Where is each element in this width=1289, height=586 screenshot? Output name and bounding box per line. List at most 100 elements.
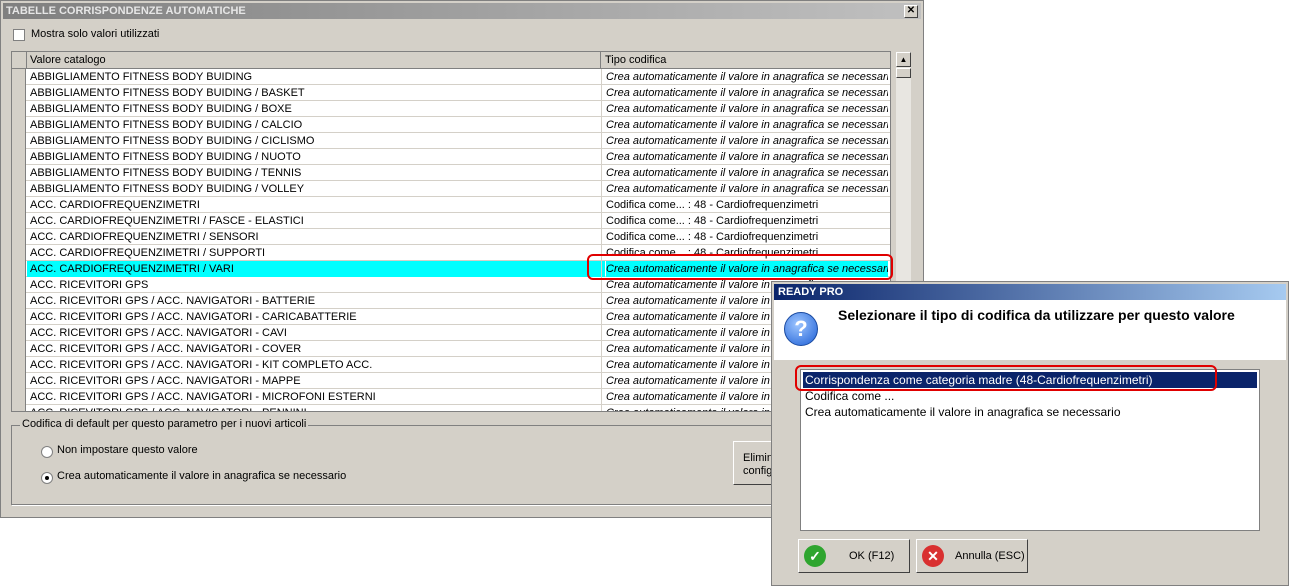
table-row[interactable]: ACC. RICEVITORI GPS / ACC. NAVIGATORI - …	[12, 405, 890, 411]
table-row[interactable]: ABBIGLIAMENTO FITNESS BODY BUIDING / NUO…	[12, 149, 890, 165]
scroll-thumb[interactable]	[896, 68, 911, 78]
cell-separator	[601, 357, 602, 373]
row-indicator[interactable]	[12, 85, 26, 101]
cell-valore[interactable]: ACC. RICEVITORI GPS / ACC. NAVIGATORI - …	[30, 389, 600, 405]
cell-tipo[interactable]: Crea automaticamente il valore in anagra…	[606, 101, 888, 117]
cell-valore[interactable]: ABBIGLIAMENTO FITNESS BODY BUIDING / NUO…	[30, 149, 600, 165]
cell-valore[interactable]: ABBIGLIAMENTO FITNESS BODY BUIDING / TEN…	[30, 165, 600, 181]
cell-tipo[interactable]: Crea automaticamente il valore in anagra…	[606, 85, 888, 101]
cell-valore[interactable]: ABBIGLIAMENTO FITNESS BODY BUIDING / BAS…	[30, 85, 600, 101]
cell-valore[interactable]: ACC. RICEVITORI GPS / ACC. NAVIGATORI - …	[30, 405, 600, 411]
row-indicator[interactable]	[12, 245, 26, 261]
cell-tipo[interactable]: Codifica come... : 48 - Cardiofrequenzim…	[606, 229, 888, 245]
table-row[interactable]: ACC. RICEVITORI GPS / ACC. NAVIGATORI - …	[12, 309, 890, 325]
cell-valore[interactable]: ACC. CARDIOFREQUENZIMETRI / SUPPORTI	[30, 245, 600, 261]
cell-valore[interactable]: ABBIGLIAMENTO FITNESS BODY BUIDING / VOL…	[30, 181, 600, 197]
cell-separator	[601, 325, 602, 341]
radio-non-impostare[interactable]	[41, 446, 53, 458]
close-icon: ✕	[906, 5, 916, 16]
table-row[interactable]: ACC. CARDIOFREQUENZIMETRI / FASCE - ELAS…	[12, 213, 890, 229]
show-used-only-checkbox[interactable]	[13, 29, 25, 41]
row-indicator[interactable]	[12, 293, 26, 309]
column-header-tipo[interactable]: Tipo codifica	[602, 52, 666, 68]
close-button[interactable]: ✕	[904, 5, 918, 18]
option-crea-automaticamente[interactable]: Crea automaticamente il valore in anagra…	[803, 404, 1257, 420]
cell-tipo[interactable]: Crea automaticamente il valore in anagra…	[606, 117, 888, 133]
cell-valore[interactable]: ACC. CARDIOFREQUENZIMETRI / VARI	[27, 261, 605, 277]
row-indicator[interactable]	[12, 101, 26, 117]
column-header-valore[interactable]: Valore catalogo	[27, 52, 601, 68]
default-coding-legend: Codifica di default per questo parametro…	[20, 418, 309, 430]
cell-valore[interactable]: ACC. RICEVITORI GPS / ACC. NAVIGATORI - …	[30, 373, 600, 389]
row-indicator[interactable]	[12, 69, 26, 85]
ok-button-label: OK (F12)	[849, 550, 895, 562]
row-indicator[interactable]	[12, 165, 26, 181]
cell-tipo[interactable]: Codifica come... : 48 - Cardiofrequenzim…	[606, 197, 888, 213]
cell-separator	[601, 373, 602, 389]
cell-tipo[interactable]: Crea automaticamente il valore in anagra…	[606, 181, 888, 197]
row-indicator[interactable]	[12, 325, 26, 341]
cell-tipo[interactable]: Crea automaticamente il valore in anagra…	[606, 133, 888, 149]
row-indicator[interactable]	[12, 309, 26, 325]
cell-valore[interactable]: ACC. CARDIOFREQUENZIMETRI / FASCE - ELAS…	[30, 213, 600, 229]
cell-separator	[601, 309, 602, 325]
table-row[interactable]: ACC. RICEVITORI GPS / ACC. NAVIGATORI - …	[12, 341, 890, 357]
row-indicator[interactable]	[12, 405, 26, 411]
cell-tipo[interactable]: Codifica come... : 48 - Cardiofrequenzim…	[606, 213, 888, 229]
row-indicator[interactable]	[12, 133, 26, 149]
cell-valore[interactable]: ACC. RICEVITORI GPS / ACC. NAVIGATORI - …	[30, 357, 600, 373]
table-row[interactable]: ABBIGLIAMENTO FITNESS BODY BUIDING / BOX…	[12, 101, 890, 117]
ok-button[interactable]: ✓ OK (F12)	[798, 539, 910, 573]
cell-valore[interactable]: ABBIGLIAMENTO FITNESS BODY BUIDING / BOX…	[30, 101, 600, 117]
cell-tipo[interactable]: Crea automaticamente il valore in anagra…	[606, 69, 888, 85]
cancel-button[interactable]: ✕ Annulla (ESC)	[916, 539, 1028, 573]
table-row[interactable]: ABBIGLIAMENTO FITNESS BODY BUIDING / VOL…	[12, 181, 890, 197]
cell-valore[interactable]: ACC. CARDIOFREQUENZIMETRI / SENSORI	[30, 229, 600, 245]
table-row[interactable]: ACC. RICEVITORI GPS / ACC. NAVIGATORI - …	[12, 293, 890, 309]
cell-separator	[601, 181, 602, 197]
table-row[interactable]: ACC. CARDIOFREQUENZIMETRI Codifica come..…	[12, 197, 890, 213]
row-indicator[interactable]	[12, 181, 26, 197]
row-indicator[interactable]	[12, 389, 26, 405]
dialog-header: ? Selezionare il tipo di codifica da uti…	[774, 300, 1286, 360]
row-indicator[interactable]	[12, 277, 26, 293]
row-indicator[interactable]	[12, 357, 26, 373]
cell-valore[interactable]: ACC. RICEVITORI GPS / ACC. NAVIGATORI - …	[30, 325, 600, 341]
table-row[interactable]: ACC. RICEVITORI GPS / ACC. NAVIGATORI - …	[12, 373, 890, 389]
cell-tipo[interactable]: Crea automaticamente il valore in anagra…	[606, 149, 888, 165]
cell-valore[interactable]: ABBIGLIAMENTO FITNESS BODY BUIDING / CIC…	[30, 133, 600, 149]
cell-valore[interactable]: ACC. RICEVITORI GPS / ACC. NAVIGATORI - …	[30, 293, 600, 309]
row-indicator[interactable]	[12, 117, 26, 133]
window-title: TABELLE CORRISPONDENZE AUTOMATICHE	[6, 5, 246, 17]
cell-tipo[interactable]: Crea automaticamente il valore in anagra…	[606, 165, 888, 181]
row-indicator[interactable]	[12, 341, 26, 357]
table-row[interactable]: ACC. RICEVITORI GPS / ACC. NAVIGATORI - …	[12, 389, 890, 405]
cell-valore[interactable]: ABBIGLIAMENTO FITNESS BODY BUIDING / CAL…	[30, 117, 600, 133]
cell-valore[interactable]: ACC. RICEVITORI GPS / ACC. NAVIGATORI - …	[30, 309, 600, 325]
cell-separator	[601, 117, 602, 133]
row-indicator[interactable]	[12, 261, 26, 277]
cell-valore[interactable]: ACC. CARDIOFREQUENZIMETRI	[30, 197, 600, 213]
row-indicator[interactable]	[12, 197, 26, 213]
check-icon: ✓	[804, 545, 826, 567]
mapping-grid[interactable]: Valore catalogo Tipo codifica ABBIGLIAME…	[11, 51, 891, 412]
radio-crea-automaticamente[interactable]	[41, 472, 53, 484]
row-indicator[interactable]	[12, 149, 26, 165]
cell-valore[interactable]: ACC. RICEVITORI GPS	[30, 277, 600, 293]
table-row[interactable]: ABBIGLIAMENTO FITNESS BODY BUIDING / BAS…	[12, 85, 890, 101]
cell-valore[interactable]: ABBIGLIAMENTO FITNESS BODY BUIDING	[30, 69, 600, 85]
table-row[interactable]: ACC. CARDIOFREQUENZIMETRI / SENSORI Codif…	[12, 229, 890, 245]
table-row[interactable]: ABBIGLIAMENTO FITNESS BODY BUIDING / CAL…	[12, 117, 890, 133]
table-row[interactable]: ABBIGLIAMENTO FITNESS BODY BUIDING Crea a…	[12, 69, 890, 85]
row-indicator[interactable]	[12, 373, 26, 389]
table-row[interactable]: ACC. RICEVITORI GPS / ACC. NAVIGATORI - …	[12, 357, 890, 373]
scroll-up-icon[interactable]: ▲	[896, 52, 911, 67]
row-indicator[interactable]	[12, 213, 26, 229]
table-row[interactable]: ABBIGLIAMENTO FITNESS BODY BUIDING / CIC…	[12, 133, 890, 149]
row-indicator[interactable]	[12, 229, 26, 245]
coding-options-list[interactable]: Corrispondenza come categoria madre (48-…	[800, 369, 1260, 531]
grid-header-indicator	[12, 52, 27, 68]
table-row[interactable]: ACC. RICEVITORI GPS / ACC. NAVIGATORI - …	[12, 325, 890, 341]
table-row[interactable]: ABBIGLIAMENTO FITNESS BODY BUIDING / TEN…	[12, 165, 890, 181]
cell-valore[interactable]: ACC. RICEVITORI GPS / ACC. NAVIGATORI - …	[30, 341, 600, 357]
